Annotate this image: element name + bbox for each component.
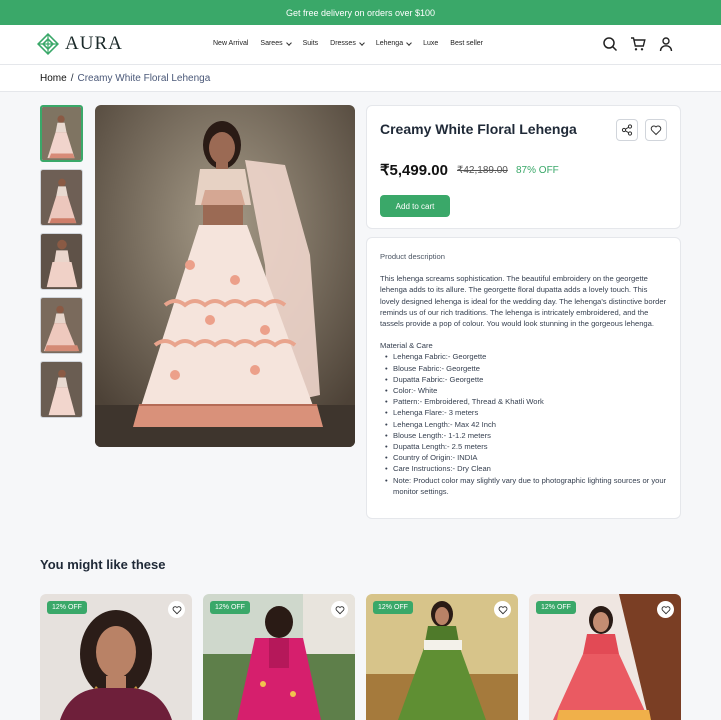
nav-item-new-arrival[interactable]: New Arrival bbox=[213, 40, 248, 47]
nav-item-sarees[interactable]: Sarees bbox=[260, 39, 292, 47]
discount-badge: 12% OFF bbox=[47, 601, 87, 614]
cart-icon[interactable] bbox=[630, 36, 646, 52]
nav-item-dresses[interactable]: Dresses bbox=[330, 39, 365, 47]
chevron-down-icon bbox=[359, 39, 365, 46]
discount-badge: 12% OFF bbox=[210, 601, 250, 614]
wishlist-button[interactable] bbox=[645, 119, 667, 141]
recommendation-card-4[interactable]: 12% OFF bbox=[529, 594, 681, 720]
thumbnail-4[interactable] bbox=[40, 297, 83, 354]
discount-label: 87% OFF bbox=[516, 165, 559, 176]
list-item: Country of Origin:- INDIA bbox=[385, 452, 667, 463]
description-heading: Product description bbox=[380, 252, 446, 261]
nav-label: Sarees bbox=[260, 40, 283, 47]
thumbnail-2[interactable] bbox=[40, 169, 83, 226]
heart-icon[interactable] bbox=[331, 601, 348, 618]
nav-label: Luxe bbox=[423, 40, 439, 47]
thumbnail-3[interactable] bbox=[40, 233, 83, 290]
nav-item-suits[interactable]: Suits bbox=[303, 40, 319, 47]
nav-item-best-seller[interactable]: Best seller bbox=[450, 40, 483, 47]
list-item: Lehenga Length:- Max 42 Inch bbox=[385, 419, 667, 430]
breadcrumb: Home / Creamy White Floral Lehenga bbox=[0, 65, 721, 92]
list-item: Lehenga Flare:- 3 meters bbox=[385, 407, 667, 418]
recommendation-card-2[interactable]: 12% OFF bbox=[203, 594, 355, 720]
nav-label: New Arrival bbox=[213, 40, 249, 47]
breadcrumb-home[interactable]: Home bbox=[40, 73, 67, 84]
breadcrumb-current: Creamy White Floral Lehenga bbox=[77, 72, 211, 84]
heart-icon bbox=[650, 124, 662, 136]
product-price: ₹5,499.00 bbox=[380, 162, 448, 179]
nav-label: Best seller bbox=[450, 40, 483, 47]
brand-name: AURA bbox=[65, 33, 123, 54]
recommendations-title: You might like these bbox=[40, 557, 166, 572]
nav-item-lehenga[interactable]: Lehenga bbox=[375, 39, 412, 47]
nav-item-luxe[interactable]: Luxe bbox=[423, 40, 438, 47]
heart-icon[interactable] bbox=[657, 601, 674, 618]
list-item: Color:- White bbox=[385, 385, 667, 396]
share-icon bbox=[621, 124, 633, 136]
list-item: Note: Product color may slightly vary du… bbox=[385, 475, 667, 497]
site-header: AURA New Arrival Sarees Suits Dresses Le… bbox=[0, 25, 721, 65]
discount-badge: 12% OFF bbox=[373, 601, 413, 614]
brand-logo[interactable]: AURA bbox=[37, 33, 123, 55]
list-item: Dupatta Length:- 2.5 meters bbox=[385, 441, 667, 452]
list-item: Care Instructions:- Dry Clean bbox=[385, 463, 667, 474]
description-body: This lehenga screams sophistication. The… bbox=[380, 274, 667, 329]
diamond-knot-icon bbox=[37, 33, 59, 55]
nav-label: Dresses bbox=[330, 40, 356, 47]
search-icon[interactable] bbox=[602, 36, 618, 52]
promo-banner: Get free delivery on orders over $100 bbox=[0, 0, 721, 25]
product-info-card: Creamy White Floral Lehenga ₹5,499.00 ₹4… bbox=[366, 105, 681, 229]
material-care-heading: Material & Care bbox=[380, 341, 433, 351]
discount-badge: 12% OFF bbox=[536, 601, 576, 614]
product-title: Creamy White Floral Lehenga bbox=[380, 121, 577, 137]
list-item: Blouse Length:- 1-1.2 meters bbox=[385, 430, 667, 441]
original-price: ₹42,189.00 bbox=[457, 165, 508, 176]
main-nav: New Arrival Sarees Suits Dresses Lehenga… bbox=[213, 39, 483, 47]
list-item: Lehenga Fabric:- Georgette bbox=[385, 351, 667, 362]
add-to-cart-button[interactable]: Add to cart bbox=[380, 195, 450, 217]
recommendation-card-1[interactable]: 12% OFF bbox=[40, 594, 192, 720]
user-icon[interactable] bbox=[658, 36, 674, 52]
list-item: Pattern:- Embroidered, Thread & Khatli W… bbox=[385, 396, 667, 407]
chevron-down-icon bbox=[285, 39, 292, 46]
main-product-image[interactable] bbox=[95, 105, 355, 447]
recommendation-card-3[interactable]: 12% OFF bbox=[366, 594, 518, 720]
thumbnail-1[interactable] bbox=[40, 105, 83, 162]
nav-label: Suits bbox=[302, 40, 319, 47]
thumbnail-gallery bbox=[40, 105, 83, 418]
nav-label: Lehenga bbox=[375, 40, 404, 47]
list-item: Blouse Fabric:- Georgette bbox=[385, 363, 667, 374]
promo-text: Get free delivery on orders over $100 bbox=[285, 7, 436, 18]
chevron-down-icon bbox=[406, 39, 412, 46]
header-actions bbox=[602, 36, 674, 52]
heart-icon[interactable] bbox=[494, 601, 511, 618]
thumbnail-5[interactable] bbox=[40, 361, 83, 418]
material-care-list: Lehenga Fabric:- Georgette Blouse Fabric… bbox=[380, 351, 667, 497]
product-description-card: Product description This lehenga screams… bbox=[366, 237, 681, 519]
list-item: Dupatta Fabric:- Georgette bbox=[385, 374, 667, 385]
heart-icon[interactable] bbox=[168, 601, 185, 618]
share-button[interactable] bbox=[616, 119, 638, 141]
breadcrumb-separator: / bbox=[70, 72, 74, 84]
